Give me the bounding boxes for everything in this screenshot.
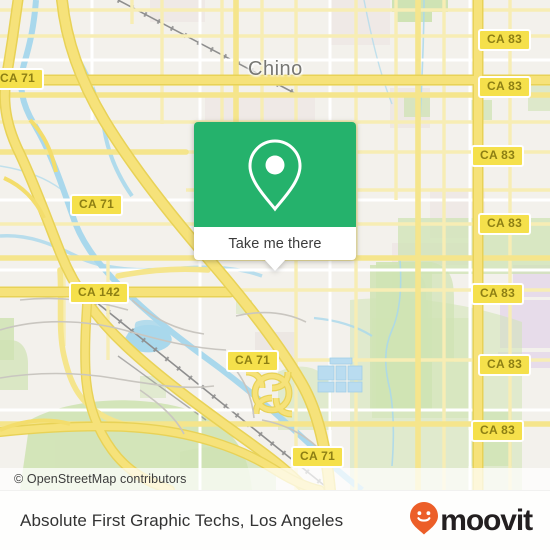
road-shield-ca83[interactable]: CA 83 xyxy=(471,420,525,442)
road-shield-ca83[interactable]: CA 83 xyxy=(478,76,532,98)
moovit-wordmark: moovit xyxy=(440,503,533,537)
moovit-map-screen: CA 71 CA 83 CA 83 CA 83 CA 83 CA 83 CA 8… xyxy=(0,0,550,550)
road-shield-ca83[interactable]: CA 83 xyxy=(478,354,532,376)
take-me-there-button[interactable]: Take me there xyxy=(194,227,356,271)
road-shield-ca71[interactable]: CA 71 xyxy=(226,350,280,372)
road-shield-ca83[interactable]: CA 83 xyxy=(471,145,525,167)
location-title: Absolute First Graphic Techs, Los Angele… xyxy=(20,510,344,530)
map-attribution-bar: © OpenStreetMap contributors xyxy=(0,468,550,490)
destination-popup[interactable]: Take me there xyxy=(194,122,356,271)
road-shield-ca71[interactable]: CA 71 xyxy=(0,68,45,90)
popup-pin-panel xyxy=(194,122,356,227)
road-shield-ca71[interactable]: CA 71 xyxy=(70,194,124,216)
moovit-smiley-pin-icon xyxy=(409,501,439,540)
road-shield-ca71[interactable]: CA 71 xyxy=(291,446,345,468)
road-shield-ca142[interactable]: CA 142 xyxy=(69,282,130,304)
take-me-there-label: Take me there xyxy=(228,235,322,252)
road-shield-ca83[interactable]: CA 83 xyxy=(478,213,532,235)
footer-bar: Absolute First Graphic Techs, Los Angele… xyxy=(0,490,550,550)
map-pin-icon xyxy=(246,138,304,212)
road-shield-ca83[interactable]: CA 83 xyxy=(478,29,532,51)
moovit-logo[interactable]: moovit xyxy=(409,501,533,540)
road-shield-ca83[interactable]: CA 83 xyxy=(471,283,525,305)
map-canvas[interactable]: CA 71 CA 83 CA 83 CA 83 CA 83 CA 83 CA 8… xyxy=(0,0,550,490)
popup-tail xyxy=(264,259,286,271)
place-label-chino: Chino xyxy=(248,58,303,80)
attribution-text[interactable]: © OpenStreetMap contributors xyxy=(0,472,187,486)
